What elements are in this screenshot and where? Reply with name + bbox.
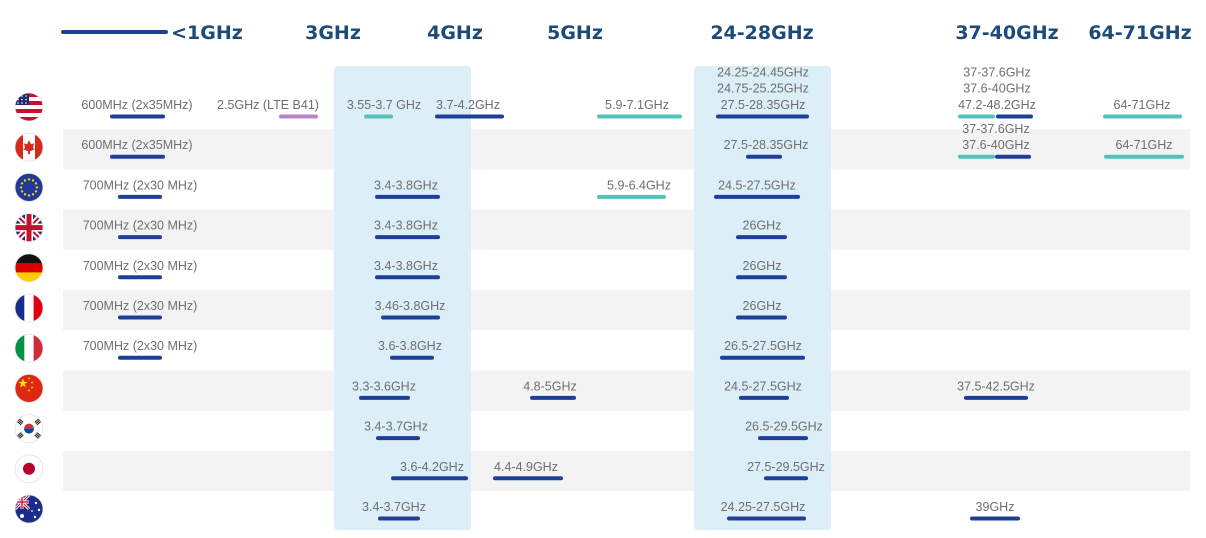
allocation-label: 26GHz <box>743 259 782 273</box>
allocation-label: 3.4-3.8GHz <box>374 219 438 233</box>
allocation-label: 64-71GHz <box>1114 98 1171 112</box>
germany-flag-icon <box>14 253 44 283</box>
china-flag-icon <box>14 373 44 403</box>
united-states-flag-icon <box>14 92 44 122</box>
allocation-label: 700MHz (2x30 MHz) <box>83 299 198 313</box>
allocation-label: 37.6-40GHz <box>962 138 1029 152</box>
allocation-label: 47.2-48.2GHz <box>958 98 1036 112</box>
allocation-label: 5.9-7.1GHz <box>605 98 669 112</box>
allocation-label: 3.7-4.2GHz <box>436 98 500 112</box>
japan-flag-icon <box>14 454 44 484</box>
country-flags <box>14 92 44 524</box>
allocation-label: 26GHz <box>743 219 782 233</box>
allocation-label: 5.9-6.4GHz <box>607 178 671 192</box>
allocation-label: 3.4-3.8GHz <box>374 178 438 192</box>
allocation-label: 700MHz (2x30 MHz) <box>83 259 198 273</box>
allocation-label: 700MHz (2x30 MHz) <box>83 178 198 192</box>
allocation-label: 37-37.6GHz <box>962 122 1029 136</box>
allocation-label: 26.5-29.5GHz <box>745 420 823 434</box>
allocation-label: 3.4-3.8GHz <box>374 259 438 273</box>
allocation-label: 24.5-27.5GHz <box>724 379 802 393</box>
allocation-label: 3.4-3.7GHz <box>364 420 428 434</box>
band-header: <1GHz 3GHz 4GHz 5GHz 24-28GHz 37-40GHz 64-71GH… <box>61 22 1192 44</box>
france-flag-icon <box>14 293 44 323</box>
allocation-label: 3.55-3.7 GHz <box>347 98 421 112</box>
allocation-label: 4.4-4.9GHz <box>494 460 558 474</box>
band-header-37-40ghz: 37-40GHz <box>955 22 1058 44</box>
allocation-label: 24.5-27.5GHz <box>718 178 796 192</box>
row-stripe <box>63 290 1190 331</box>
allocation-label: 37.5-42.5GHz <box>957 379 1035 393</box>
band-header-4ghz: 4GHz <box>427 22 483 44</box>
allocation-label: 3.4-3.7GHz <box>362 500 426 514</box>
allocation-label: 26GHz <box>743 299 782 313</box>
allocation-label: 24.25-27.5GHz <box>721 500 806 514</box>
band-header-64-71ghz: 64-71GHz <box>1088 22 1191 44</box>
band-header-3ghz: 3GHz <box>305 22 361 44</box>
band-header-24-28ghz: 24-28GHz <box>710 22 813 44</box>
allocation-label: 24.75-25.25GHz <box>717 82 809 96</box>
allocation-label: 600MHz (2x35MHz) <box>81 98 192 112</box>
canada-flag-icon <box>14 132 44 162</box>
row-stripe <box>63 209 1190 250</box>
allocation-label: 24.25-24.45GHz <box>717 65 809 79</box>
allocation-label: 26.5-27.5GHz <box>724 339 802 353</box>
row-stripe <box>63 450 1190 491</box>
allocation-label: 2.5GHz (LTE B41) <box>217 98 319 112</box>
allocation-label: 3.46-3.8GHz <box>375 299 446 313</box>
allocation-label: 4.8-5GHz <box>523 379 577 393</box>
allocation-label: 37-37.6GHz <box>963 65 1030 79</box>
european-union-flag-icon <box>14 172 44 202</box>
allocation-label: 3.6-3.8GHz <box>378 339 442 353</box>
allocation-label: 700MHz (2x30 MHz) <box>83 219 198 233</box>
south-korea-flag-icon <box>14 414 44 444</box>
allocation-label: 27.5-29.5GHz <box>747 460 825 474</box>
allocation-label: 64-71GHz <box>1116 138 1173 152</box>
allocation-label: 600MHz (2x35MHz) <box>81 138 192 152</box>
allocation-label: 27.5-28.35GHz <box>721 98 806 112</box>
allocation-label: 3.6-4.2GHz <box>400 460 464 474</box>
band-header-lt-1ghz: <1GHz <box>171 22 243 44</box>
allocation-label: 3.3-3.6GHz <box>352 379 416 393</box>
allocation-label: 700MHz (2x30 MHz) <box>83 339 198 353</box>
allocation-label: 27.5-28.35GHz <box>724 138 809 152</box>
italy-flag-icon <box>14 333 44 363</box>
allocation-label: 37.6-40GHz <box>963 82 1030 96</box>
allocation-label: 39GHz <box>976 500 1015 514</box>
australia-flag-icon <box>14 494 44 524</box>
spectrum-allocation-chart: <1GHz 3GHz 4GHz 5GHz 24-28GHz 37-40GHz 64-71GH… <box>14 22 1192 530</box>
united-kingdom-flag-icon <box>14 213 44 243</box>
band-header-5ghz: 5GHz <box>547 22 603 44</box>
